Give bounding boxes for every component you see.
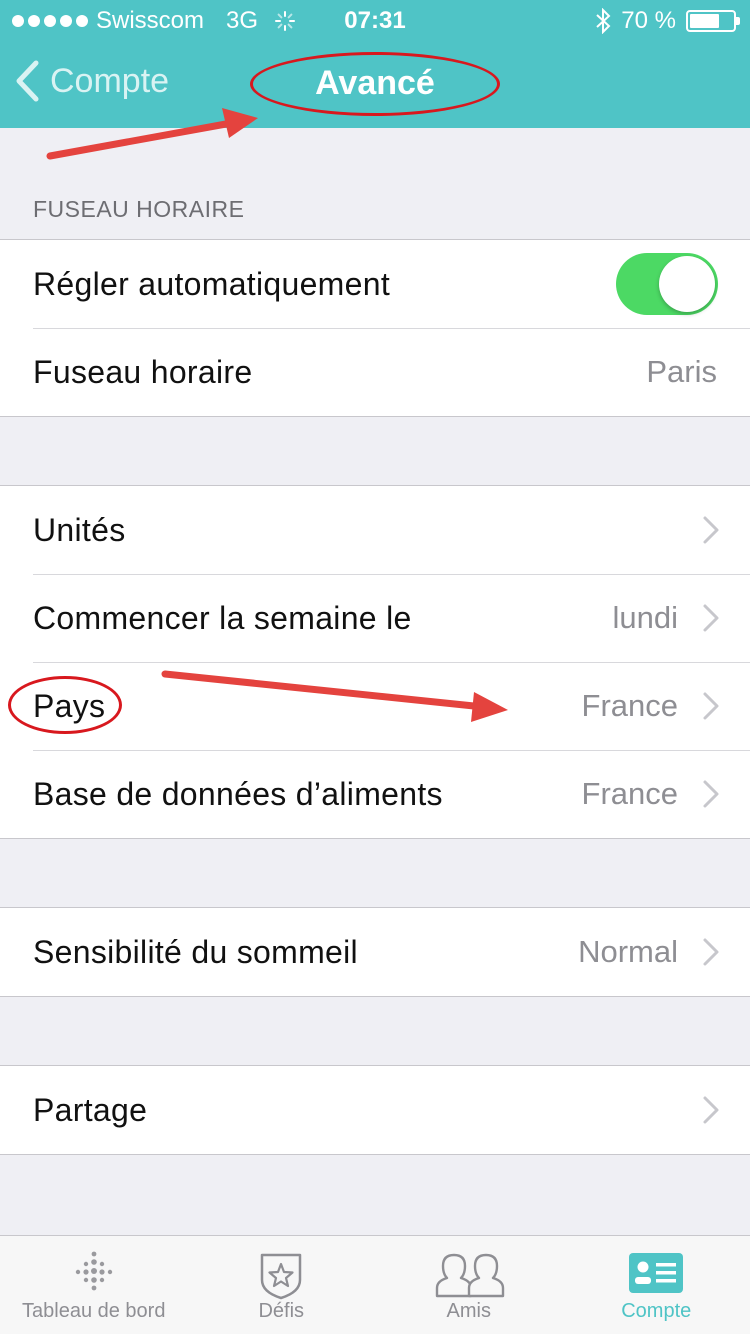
tab-account[interactable]: Compte xyxy=(563,1236,750,1334)
sleep-sensitivity-value: Normal xyxy=(578,934,678,969)
sharing-label: Partage xyxy=(33,1091,148,1128)
sharing-row[interactable]: Partage xyxy=(0,1066,750,1154)
status-bar: Swisscom 3G 07:31 70 % xyxy=(0,0,750,40)
chevron-right-icon xyxy=(703,938,719,966)
chevron-right-icon xyxy=(703,692,719,720)
week-start-row[interactable]: Commencer la semaine le lundi xyxy=(0,574,750,662)
week-start-value: lundi xyxy=(612,600,679,635)
units-label: Unités xyxy=(33,511,126,548)
battery-percent: 70 % xyxy=(621,7,676,34)
settings-group: Unités Commencer la semaine le lundi Pay… xyxy=(0,485,750,839)
timezone-value: Paris xyxy=(646,354,717,389)
chevron-right-icon xyxy=(703,780,719,808)
auto-timezone-toggle[interactable] xyxy=(616,253,718,315)
sleep-sensitivity-row[interactable]: Sensibilité du sommeil Normal xyxy=(0,908,750,996)
tab-dashboard-label: Tableau de bord xyxy=(22,1300,166,1322)
tab-bar: Tableau de bord Défis Amis Compte xyxy=(0,1235,750,1334)
week-start-label: Commencer la semaine le xyxy=(33,599,412,636)
tab-challenges[interactable]: Défis xyxy=(188,1236,376,1334)
food-database-value: France xyxy=(581,776,678,811)
bluetooth-icon xyxy=(596,8,611,34)
timezone-label: Fuseau horaire xyxy=(33,353,253,390)
tab-friends-label: Amis xyxy=(446,1300,491,1322)
units-row[interactable]: Unités xyxy=(0,486,750,574)
chevron-right-icon xyxy=(703,516,719,544)
timezone-row[interactable]: Fuseau horaire Paris xyxy=(0,328,750,416)
tab-dashboard[interactable]: Tableau de bord xyxy=(0,1236,188,1334)
chevron-right-icon xyxy=(703,604,719,632)
auto-timezone-label: Régler automatiquement xyxy=(33,265,391,302)
country-value: France xyxy=(581,688,678,723)
tab-challenges-label: Défis xyxy=(258,1300,305,1322)
sleep-group: Sensibilité du sommeil Normal xyxy=(0,907,750,997)
annotation-circle-country xyxy=(8,676,122,734)
tab-friends[interactable]: Amis xyxy=(375,1236,563,1334)
account-card-icon xyxy=(629,1253,684,1293)
auto-timezone-row: Régler automatiquement xyxy=(0,240,750,328)
food-database-label: Base de données d’aliments xyxy=(33,775,443,812)
tab-account-label: Compte xyxy=(621,1300,692,1322)
battery-icon xyxy=(686,10,740,32)
annotation-circle-title xyxy=(250,52,500,116)
friends-icon xyxy=(435,1253,504,1298)
sharing-group: Partage xyxy=(0,1065,750,1155)
timezone-group: Régler automatiquement Fuseau horaire Pa… xyxy=(0,239,750,417)
badge-star-icon xyxy=(261,1253,302,1300)
sleep-sensitivity-label: Sensibilité du sommeil xyxy=(33,933,358,970)
chevron-right-icon xyxy=(703,1096,719,1124)
section-header-timezone: FUSEAU HORAIRE xyxy=(33,196,245,222)
dashboard-dots-icon xyxy=(75,1251,112,1291)
food-database-row[interactable]: Base de données d’aliments France xyxy=(0,750,750,838)
